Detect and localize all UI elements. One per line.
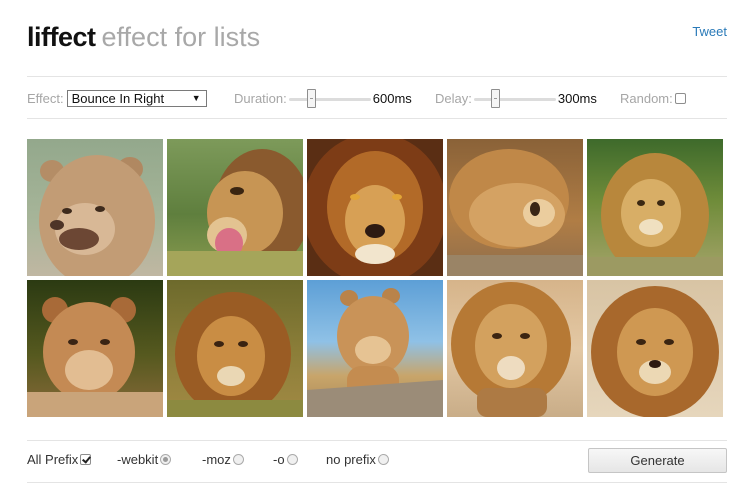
effect-controls: Effect: Bounce In Right ▼ Duration: 600m…	[27, 86, 727, 110]
lion-dark-mane-image	[307, 139, 443, 276]
gallery-image-lioness-lying[interactable]	[27, 280, 163, 417]
duration-slider-thumb[interactable]	[306, 89, 316, 108]
image-gallery	[27, 139, 727, 417]
random-checkbox[interactable]	[674, 92, 686, 104]
prefix-label-o: -o	[273, 452, 285, 467]
delay-slider-track	[473, 98, 556, 101]
gallery-image-lion-sleeping[interactable]	[447, 139, 583, 276]
brand-tagline: effect for lists	[101, 22, 261, 52]
prefix-label-webkit: -webkit	[117, 452, 159, 467]
lion-sleeping-image	[447, 149, 583, 276]
duration-slider[interactable]	[288, 88, 371, 108]
duration-label: Duration:	[234, 90, 287, 106]
prefix-option-none: no prefix	[326, 452, 389, 467]
lion-walking-toward-image	[451, 282, 571, 417]
lion-mane-portrait-image	[591, 286, 719, 417]
effect-control: Effect: Bounce In Right ▼	[27, 86, 207, 110]
gallery-image-lion-dark-mane-closeup[interactable]	[307, 139, 443, 276]
random-label: Random:	[620, 90, 673, 106]
bottom-divider	[27, 482, 727, 483]
duration-slider-track	[288, 98, 371, 101]
prefix-radio-moz[interactable]	[232, 454, 244, 465]
delay-slider-thumb[interactable]	[490, 89, 500, 108]
generate-button[interactable]: Generate	[588, 448, 727, 473]
delay-slider[interactable]	[473, 88, 556, 108]
prefix-options: All Prefix -webkit -moz -o no prefix Gen…	[27, 448, 727, 476]
gallery-image-lion-walking-toward[interactable]	[447, 280, 583, 417]
tweet-link[interactable]: Tweet	[692, 24, 727, 39]
all-prefix-checkbox[interactable]	[80, 454, 92, 465]
lion-cub-walking-image	[307, 288, 443, 417]
gallery-image-lioness-portrait[interactable]	[27, 139, 163, 276]
lion-in-grass-image	[167, 292, 303, 417]
page-header: liffect effect for lists	[27, 22, 260, 62]
duration-control: Duration: 600ms	[234, 86, 412, 110]
lion-sitting-grass-image	[587, 153, 723, 276]
effect-select[interactable]: Bounce In Right ▼	[66, 89, 207, 107]
prefix-radio-o[interactable]	[286, 454, 298, 465]
gallery-image-lion-yawning[interactable]	[167, 139, 303, 276]
duration-value: 600ms	[372, 90, 412, 106]
lioness-lying-image	[27, 297, 163, 417]
prefix-label-none: no prefix	[326, 452, 376, 467]
brand-name: liffect	[27, 22, 96, 52]
all-prefix-label: All Prefix	[27, 452, 79, 467]
delay-control: Delay: 300ms	[435, 86, 597, 110]
gallery-image-lion-cub-walking[interactable]	[307, 280, 443, 417]
gallery-image-lion-mane-portrait[interactable]	[587, 280, 723, 417]
prefix-label-moz: -moz	[202, 452, 231, 467]
prefix-radio-none[interactable]	[377, 454, 389, 465]
effect-label: Effect:	[27, 90, 64, 106]
effect-select-value: Bounce In Right	[71, 90, 165, 106]
lion-yawning-image	[167, 149, 303, 276]
prefix-option-o: -o	[273, 452, 298, 467]
gallery-divider	[27, 440, 727, 441]
prefix-radio-webkit[interactable]	[160, 454, 172, 465]
dropdown-arrow-icon: ▼	[191, 92, 201, 103]
all-prefix-option: All Prefix	[27, 452, 92, 467]
prefix-option-moz: -moz	[202, 452, 244, 467]
gallery-image-lion-sitting-grass[interactable]	[587, 139, 723, 276]
delay-label: Delay:	[435, 90, 472, 106]
random-control: Random:	[620, 86, 686, 110]
lioness-portrait-image	[39, 155, 155, 276]
controls-divider	[27, 118, 727, 119]
gallery-image-lion-in-grass[interactable]	[167, 280, 303, 417]
top-divider	[27, 76, 727, 77]
delay-value: 300ms	[557, 90, 597, 106]
prefix-option-webkit: -webkit	[117, 452, 172, 467]
